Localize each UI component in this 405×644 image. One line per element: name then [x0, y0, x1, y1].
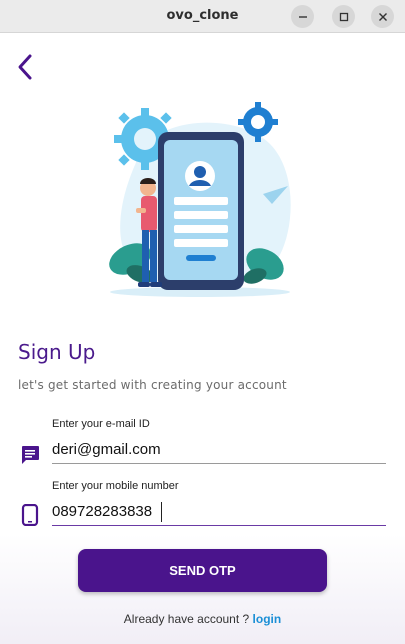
phone-field-label: Enter your mobile number	[52, 480, 179, 492]
close-button[interactable]	[371, 5, 394, 28]
chevron-left-icon	[18, 54, 32, 80]
mobile-number-field[interactable]	[52, 498, 386, 526]
signup-illustration	[100, 94, 300, 304]
email-field-label: Enter your e-mail ID	[52, 418, 150, 430]
maximize-button[interactable]	[332, 5, 355, 28]
back-button[interactable]	[14, 52, 40, 82]
window-titlebar: ovo_clone	[0, 0, 405, 33]
login-link[interactable]: login	[253, 612, 282, 626]
email-field[interactable]	[52, 436, 386, 464]
message-icon	[20, 444, 40, 466]
minimize-button[interactable]	[291, 5, 314, 28]
smartphone-icon	[21, 503, 41, 527]
login-prompt-text: Already have account ?	[123, 612, 253, 626]
signup-screen: Sign Up let's get started with creating …	[0, 34, 405, 644]
send-otp-button[interactable]: SEND OTP	[78, 549, 327, 592]
page-title: Sign Up	[18, 340, 96, 364]
minimize-icon	[298, 15, 307, 18]
maximize-icon	[339, 12, 348, 21]
close-icon	[378, 12, 387, 21]
page-subtitle: let's get started with creating your acc…	[18, 378, 287, 392]
login-prompt: Already have account ? login	[0, 612, 405, 626]
text-cursor	[161, 502, 162, 522]
